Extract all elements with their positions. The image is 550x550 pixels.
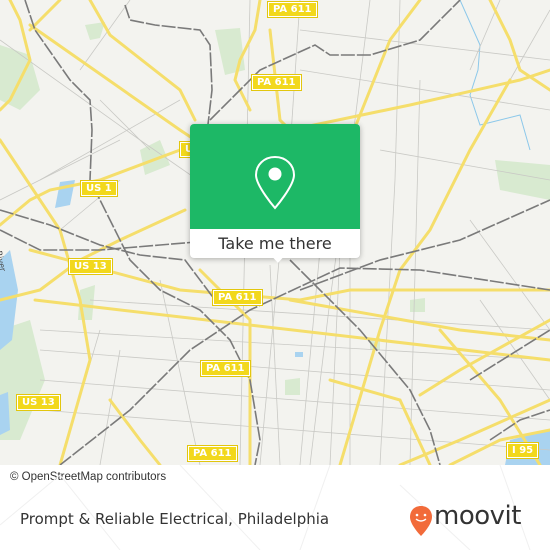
route-shield-us1: US 1 xyxy=(80,180,118,197)
route-shield-pa611: PA 611 xyxy=(267,1,318,18)
route-shield-us13: US 13 xyxy=(68,258,113,275)
map-pin-icon xyxy=(254,155,296,210)
moovit-logo-icon xyxy=(410,506,432,536)
location-popup: Take me there xyxy=(190,124,360,263)
popup-pointer xyxy=(269,253,287,263)
popup-header xyxy=(190,124,360,229)
moovit-logo-text: moovit xyxy=(434,501,521,531)
route-shield-pa611: PA 611 xyxy=(212,289,263,306)
route-shield-us13: US 13 xyxy=(16,394,61,411)
route-shield-pa611: PA 611 xyxy=(251,74,302,91)
route-shield-pa611: PA 611 xyxy=(187,445,238,462)
route-shield-i95: I 95 xyxy=(505,442,540,459)
route-shield-pa611: PA 611 xyxy=(200,360,251,377)
place-title: Prompt & Reliable Electrical, Philadelph… xyxy=(20,510,330,528)
map-view[interactable]: PA 611 PA 611 US 1 US 1 US 13 PA 611 US … xyxy=(0,0,550,465)
